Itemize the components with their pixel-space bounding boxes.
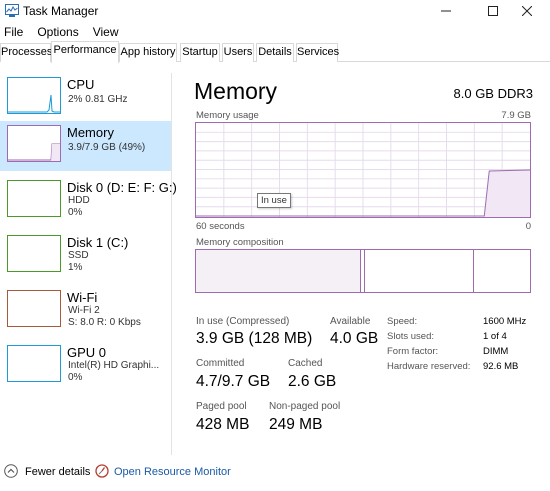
gpu0-mini-graph [7,345,61,382]
memory-composition-bar [195,249,531,293]
resource-item-memory[interactable]: Memory 3.9/7.9 GB (49%) [0,121,171,171]
memory-spec: 8.0 GB DDR3 [453,86,533,101]
tab-details[interactable]: Details [256,43,294,62]
disk0-mini-graph [7,180,61,217]
in-use-value: 3.9 GB (128 MB) [196,330,313,347]
speed-label: Speed: [387,316,418,327]
resource-item-disk1[interactable]: Disk 1 (C:) SSD 1% [0,231,171,281]
resource-detail: 2% 0.81 GHz [68,94,128,105]
wifi-mini-graph [7,290,61,327]
resource-list: CPU 2% 0.81 GHz Memory 3.9/7.9 GB (49%) … [0,73,177,455]
bottom-bar: Fewer details Open Resource Monitor [0,458,550,491]
speed-value: 1600 MHz [483,316,527,327]
resource-name: Wi-Fi [67,290,98,305]
menu-view[interactable]: View [89,25,123,39]
composition-divider [473,250,474,292]
in-use-label: In use (Compressed) [196,316,290,327]
resource-name: Memory [67,125,114,140]
fewer-details-button[interactable]: Fewer details [25,466,90,478]
paged-pool-label: Paged pool [196,401,247,412]
resource-item-disk0[interactable]: Disk 0 (D: E: F: G:) HDD 0% [0,176,177,226]
resource-usage: 0% [68,372,83,383]
cached-label: Cached [288,358,323,369]
tab-startup[interactable]: Startup [180,43,220,62]
cached-value: 2.6 GB [288,373,337,390]
page-title: Memory [194,78,278,104]
available-value: 4.0 GB [330,330,379,347]
resource-detail: HDD [68,195,90,206]
close-button[interactable] [507,0,547,22]
composition-divider [364,250,365,292]
resource-name: Disk 1 (C:) [67,235,129,250]
resource-monitor-icon [95,464,109,478]
nonpaged-pool-label: Non-paged pool [269,401,341,412]
resource-usage: 1% [68,262,83,273]
resource-name: CPU [67,77,95,92]
tab-users[interactable]: Users [222,43,254,62]
memory-composition-label: Memory composition [196,237,284,248]
title-bar: Task Manager [0,0,550,22]
resource-usage: 0% [68,207,83,218]
disk1-mini-graph [7,235,61,272]
window-title: Task Manager [23,4,99,18]
form-factor-label: Form factor: [387,346,439,357]
tab-performance[interactable]: Performance [51,41,119,63]
slots-label: Slots used: [387,331,434,342]
menu-options[interactable]: Options [33,25,82,39]
resource-item-gpu0[interactable]: GPU 0 Intel(R) HD Graphi... 0% [0,341,171,391]
resource-detail: Wi-Fi 2 [68,305,100,316]
minimize-icon [441,10,451,12]
memory-detail-panel: Memory 8.0 GB DDR3 Memory usage 7.9 GB I… [173,62,550,457]
paged-pool-value: 428 MB [196,416,250,433]
cpu-mini-graph [7,77,61,114]
close-icon [522,6,532,16]
form-factor-value: DIMM [483,346,509,357]
maximize-icon [488,6,498,16]
tab-strip: Processes Performance App history Startu… [0,41,550,63]
hardware-reserved-value: 92.6 MB [483,361,519,372]
graph-tooltip: In use [257,193,291,208]
slots-value: 1 of 4 [483,331,507,342]
memory-usage-graph [195,122,531,218]
minimize-button[interactable] [423,0,469,22]
task-manager-icon [5,4,19,17]
menu-bar: File Options View [0,22,550,41]
committed-label: Committed [196,358,245,369]
resource-usage: S: 8.0 R: 0 Kbps [68,317,141,328]
resource-detail: Intel(R) HD Graphi... [68,360,160,371]
tab-processes[interactable]: Processes [0,43,52,62]
resource-item-wifi[interactable]: Wi-Fi Wi-Fi 2 S: 8.0 R: 0 Kbps [0,286,171,336]
available-label: Available [330,316,371,327]
committed-value: 4.7/9.7 GB [196,373,271,390]
tab-app-history[interactable]: App history [119,43,177,62]
memory-usage-max: 7.9 GB [501,110,531,121]
resource-detail: SSD [68,250,89,261]
tab-services[interactable]: Services [296,43,339,62]
menu-file[interactable]: File [0,25,27,39]
graph-axis-right: 0 [525,221,531,232]
resource-item-cpu[interactable]: CPU 2% 0.81 GHz [0,73,171,123]
chevron-up-icon[interactable] [4,464,18,478]
hardware-reserved-label: Hardware reserved: [387,361,471,372]
nonpaged-pool-value: 249 MB [269,416,323,433]
resource-name: GPU 0 [67,345,107,360]
memory-usage-label: Memory usage [196,110,259,121]
graph-axis-left: 60 seconds [196,221,245,232]
composition-in-use [196,250,361,292]
memory-mini-graph [7,125,61,162]
open-resource-monitor-link[interactable]: Open Resource Monitor [114,466,231,478]
resource-name: Disk 0 (D: E: F: G:) [67,180,177,195]
resource-detail: 3.9/7.9 GB (49%) [68,142,146,153]
